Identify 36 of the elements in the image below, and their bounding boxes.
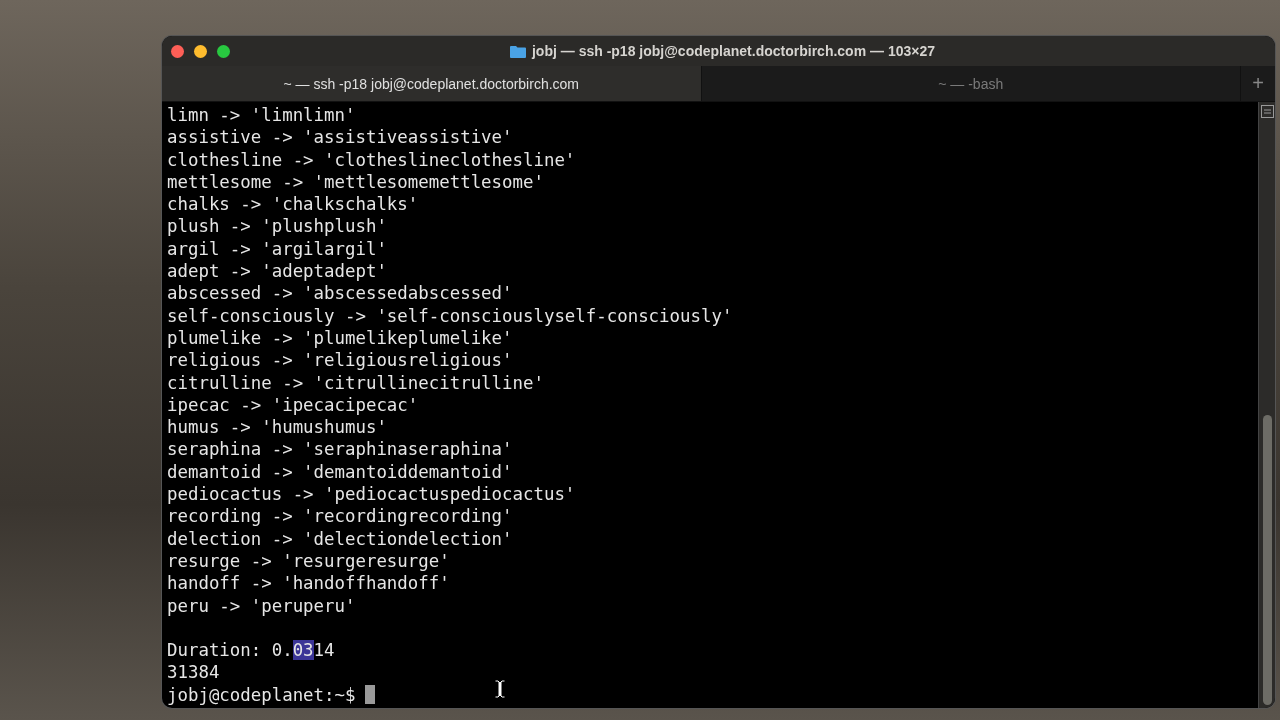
i-beam-cursor-icon [494, 679, 506, 699]
output-line: 31384 [167, 662, 220, 683]
scrollbar-thumb[interactable] [1262, 415, 1272, 705]
output-line: handoff -> 'handoffhandoff' [167, 573, 450, 594]
output-line: ipecac -> 'ipecacipecac' [167, 394, 419, 415]
zoom-button[interactable] [217, 44, 230, 58]
output-line: abscessed -> 'abscessedabscessed' [167, 283, 513, 304]
output-line: chalks -> 'chalkschalks' [167, 194, 419, 215]
output-line: religious -> 'religiousreligious' [167, 350, 513, 371]
output-line: delection -> 'delectiondelection' [167, 528, 513, 549]
terminal-tab[interactable]: ~ — ssh -p18 jobj@codeplanet.doctorbirch.com [162, 66, 702, 101]
scrollbar[interactable] [1258, 102, 1275, 708]
output-line: demantoid -> 'demantoiddemantoid' [167, 461, 513, 482]
split-pane-icon[interactable] [1260, 105, 1274, 118]
output-line: adept -> 'adeptadept' [167, 261, 387, 282]
window-title: jobj — ssh -p18 jobj@codeplanet.doctorbirch.com — 103×27 [532, 43, 935, 59]
output-line: plush -> 'plushplush' [167, 216, 387, 237]
output-line: recording -> 'recordingrecording' [167, 506, 513, 527]
output-line: humus -> 'humushumus' [167, 417, 387, 438]
output-line: plumelike -> 'plumelikeplumelike' [167, 327, 513, 348]
output-line: pediocactus -> 'pediocactuspediocactus' [167, 484, 576, 505]
output-line: clothesline -> 'clotheslineclothesline' [167, 149, 576, 170]
output-line: peru -> 'peruperu' [167, 595, 356, 616]
output-line: assistive -> 'assistiveassistive' [167, 127, 513, 148]
output-line: citrulline -> 'citrullinecitrulline' [167, 372, 544, 393]
shell-prompt: jobj@codeplanet:~$ [167, 684, 356, 705]
output-line: Duration: 0.0314 [167, 640, 335, 661]
output-line: limn -> 'limnlimn' [167, 105, 356, 125]
close-button[interactable] [171, 44, 184, 58]
output-line: argil -> 'argilargil' [167, 238, 387, 259]
output-line: resurge -> 'resurgeresurge' [167, 550, 450, 571]
output-line: mettlesome -> 'mettlesomemettlesome' [167, 171, 544, 192]
minimize-button[interactable] [194, 44, 207, 58]
output-line: self-consciously -> 'self-consciouslyself-consciously' [167, 305, 733, 326]
output-line: seraphina -> 'seraphinaseraphina' [167, 439, 513, 460]
folder-icon [510, 44, 526, 58]
